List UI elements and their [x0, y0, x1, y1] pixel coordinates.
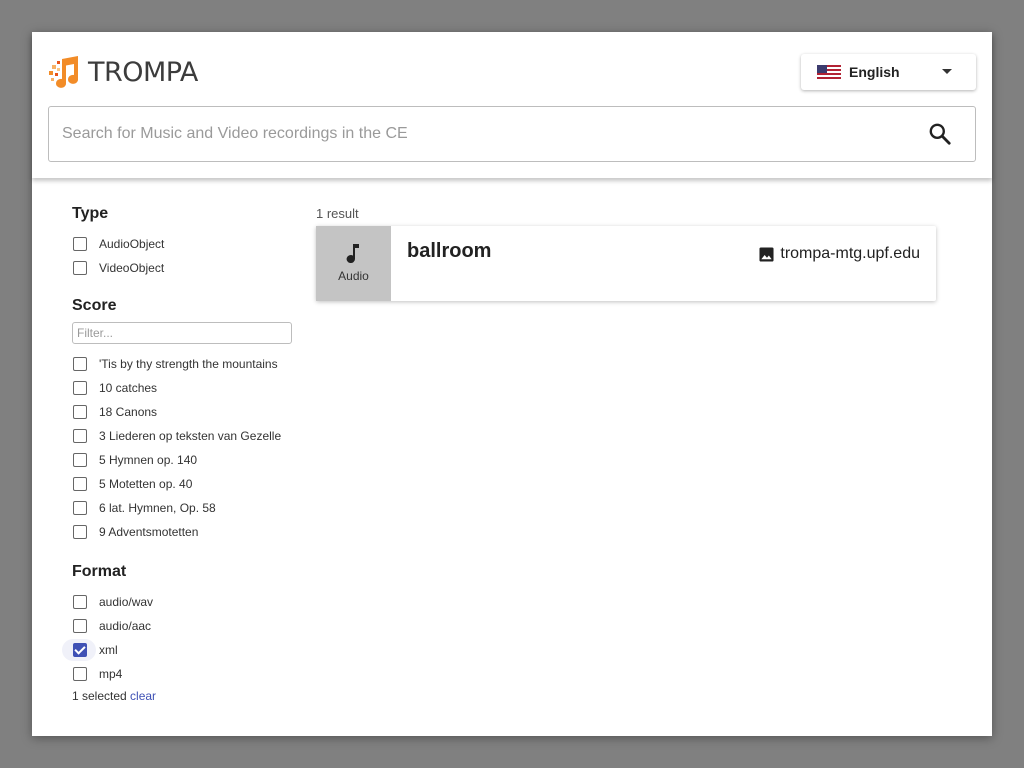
logo-text: TROMPA: [88, 56, 198, 88]
option-label: 9 Adventsmotetten: [99, 525, 199, 539]
type-option-audioobject[interactable]: AudioObject: [72, 232, 302, 256]
search-icon[interactable]: [927, 121, 953, 147]
score-option[interactable]: 18 Canons: [72, 400, 302, 424]
option-label: mp4: [99, 667, 123, 681]
results-panel: 1 result Audio ballroom trompa-mtg.upf.e…: [316, 206, 936, 301]
score-option[interactable]: 5 Motetten op. 40: [72, 472, 302, 496]
option-label: audio/wav: [99, 595, 154, 609]
result-count: 1 result: [316, 206, 359, 221]
result-source: trompa-mtg.upf.edu: [759, 245, 920, 263]
search-bar: [48, 106, 976, 162]
checkbox[interactable]: [73, 525, 87, 539]
checkbox[interactable]: [73, 595, 87, 609]
language-selector[interactable]: English: [801, 54, 976, 90]
option-label: 5 Hymnen op. 140: [99, 453, 198, 467]
format-option-xml[interactable]: xml: [62, 638, 302, 662]
selection-summary: 1 selected clear: [72, 686, 302, 706]
checkbox[interactable]: [73, 405, 87, 419]
checkbox[interactable]: [73, 501, 87, 515]
checkbox-checked[interactable]: [73, 643, 87, 657]
score-option[interactable]: 9 Adventsmotetten: [72, 520, 302, 544]
format-option-mp4[interactable]: mp4: [72, 662, 302, 686]
option-label: 6 lat. Hymnen, Op. 58: [99, 501, 216, 515]
selected-count: 1 selected: [72, 689, 127, 703]
score-option[interactable]: 3 Liederen op teksten van Gezelle: [72, 424, 302, 448]
facet-sidebar: Type AudioObject VideoObject Score 'Tis …: [62, 204, 302, 706]
score-option[interactable]: 6 lat. Hymnen, Op. 58: [72, 496, 302, 520]
trompa-logo: TROMPA: [48, 54, 198, 90]
option-label: AudioObject: [99, 237, 165, 251]
score-option[interactable]: 5 Hymnen op. 140: [72, 448, 302, 472]
trompa-logo-icon: [49, 56, 79, 88]
facet-title-type: Type: [72, 205, 109, 222]
header: TROMPA English: [32, 32, 992, 178]
checkbox[interactable]: [73, 237, 87, 251]
result-thumbnail: Audio: [316, 226, 391, 301]
format-option-audio-wav[interactable]: audio/wav: [72, 590, 302, 614]
facet-title-score: Score: [72, 297, 117, 314]
search-dialog: TROMPA English Type AudioObj: [32, 32, 992, 736]
score-option[interactable]: 'Tis by thy strength the mountains: [72, 352, 302, 376]
option-label: 10 catches: [99, 381, 158, 395]
option-label: 5 Motetten op. 40: [99, 477, 193, 491]
result-title: ballroom: [407, 240, 492, 262]
source-domain: trompa-mtg.upf.edu: [780, 245, 920, 262]
option-label: audio/aac: [99, 619, 152, 633]
option-label: VideoObject: [99, 261, 165, 275]
checkbox[interactable]: [73, 429, 87, 443]
clear-link[interactable]: clear: [130, 689, 156, 703]
checkbox[interactable]: [73, 619, 87, 633]
format-option-audio-aac[interactable]: audio/aac: [72, 614, 302, 638]
option-label: 'Tis by thy strength the mountains: [99, 357, 278, 371]
checkbox[interactable]: [73, 357, 87, 371]
checkbox[interactable]: [73, 453, 87, 467]
music-note-icon: [346, 244, 359, 264]
us-flag-icon: [817, 65, 841, 79]
search-input[interactable]: [62, 108, 902, 160]
result-card[interactable]: Audio ballroom trompa-mtg.upf.edu: [316, 226, 936, 301]
checkbox[interactable]: [73, 477, 87, 491]
facet-title-format: Format: [72, 563, 127, 580]
checkbox[interactable]: [73, 261, 87, 275]
option-label: xml: [99, 643, 118, 657]
score-option[interactable]: 10 catches: [72, 376, 302, 400]
checkbox[interactable]: [73, 381, 87, 395]
option-label: 18 Canons: [99, 405, 158, 419]
option-label: 3 Liederen op teksten van Gezelle: [99, 429, 282, 443]
media-type-label: Audio: [338, 269, 369, 283]
language-label: English: [849, 64, 900, 80]
caret-down-icon: [942, 69, 952, 74]
type-option-videoobject[interactable]: VideoObject: [72, 256, 302, 280]
image-icon: [759, 246, 774, 262]
checkbox[interactable]: [73, 667, 87, 681]
score-filter-input[interactable]: [72, 322, 292, 344]
